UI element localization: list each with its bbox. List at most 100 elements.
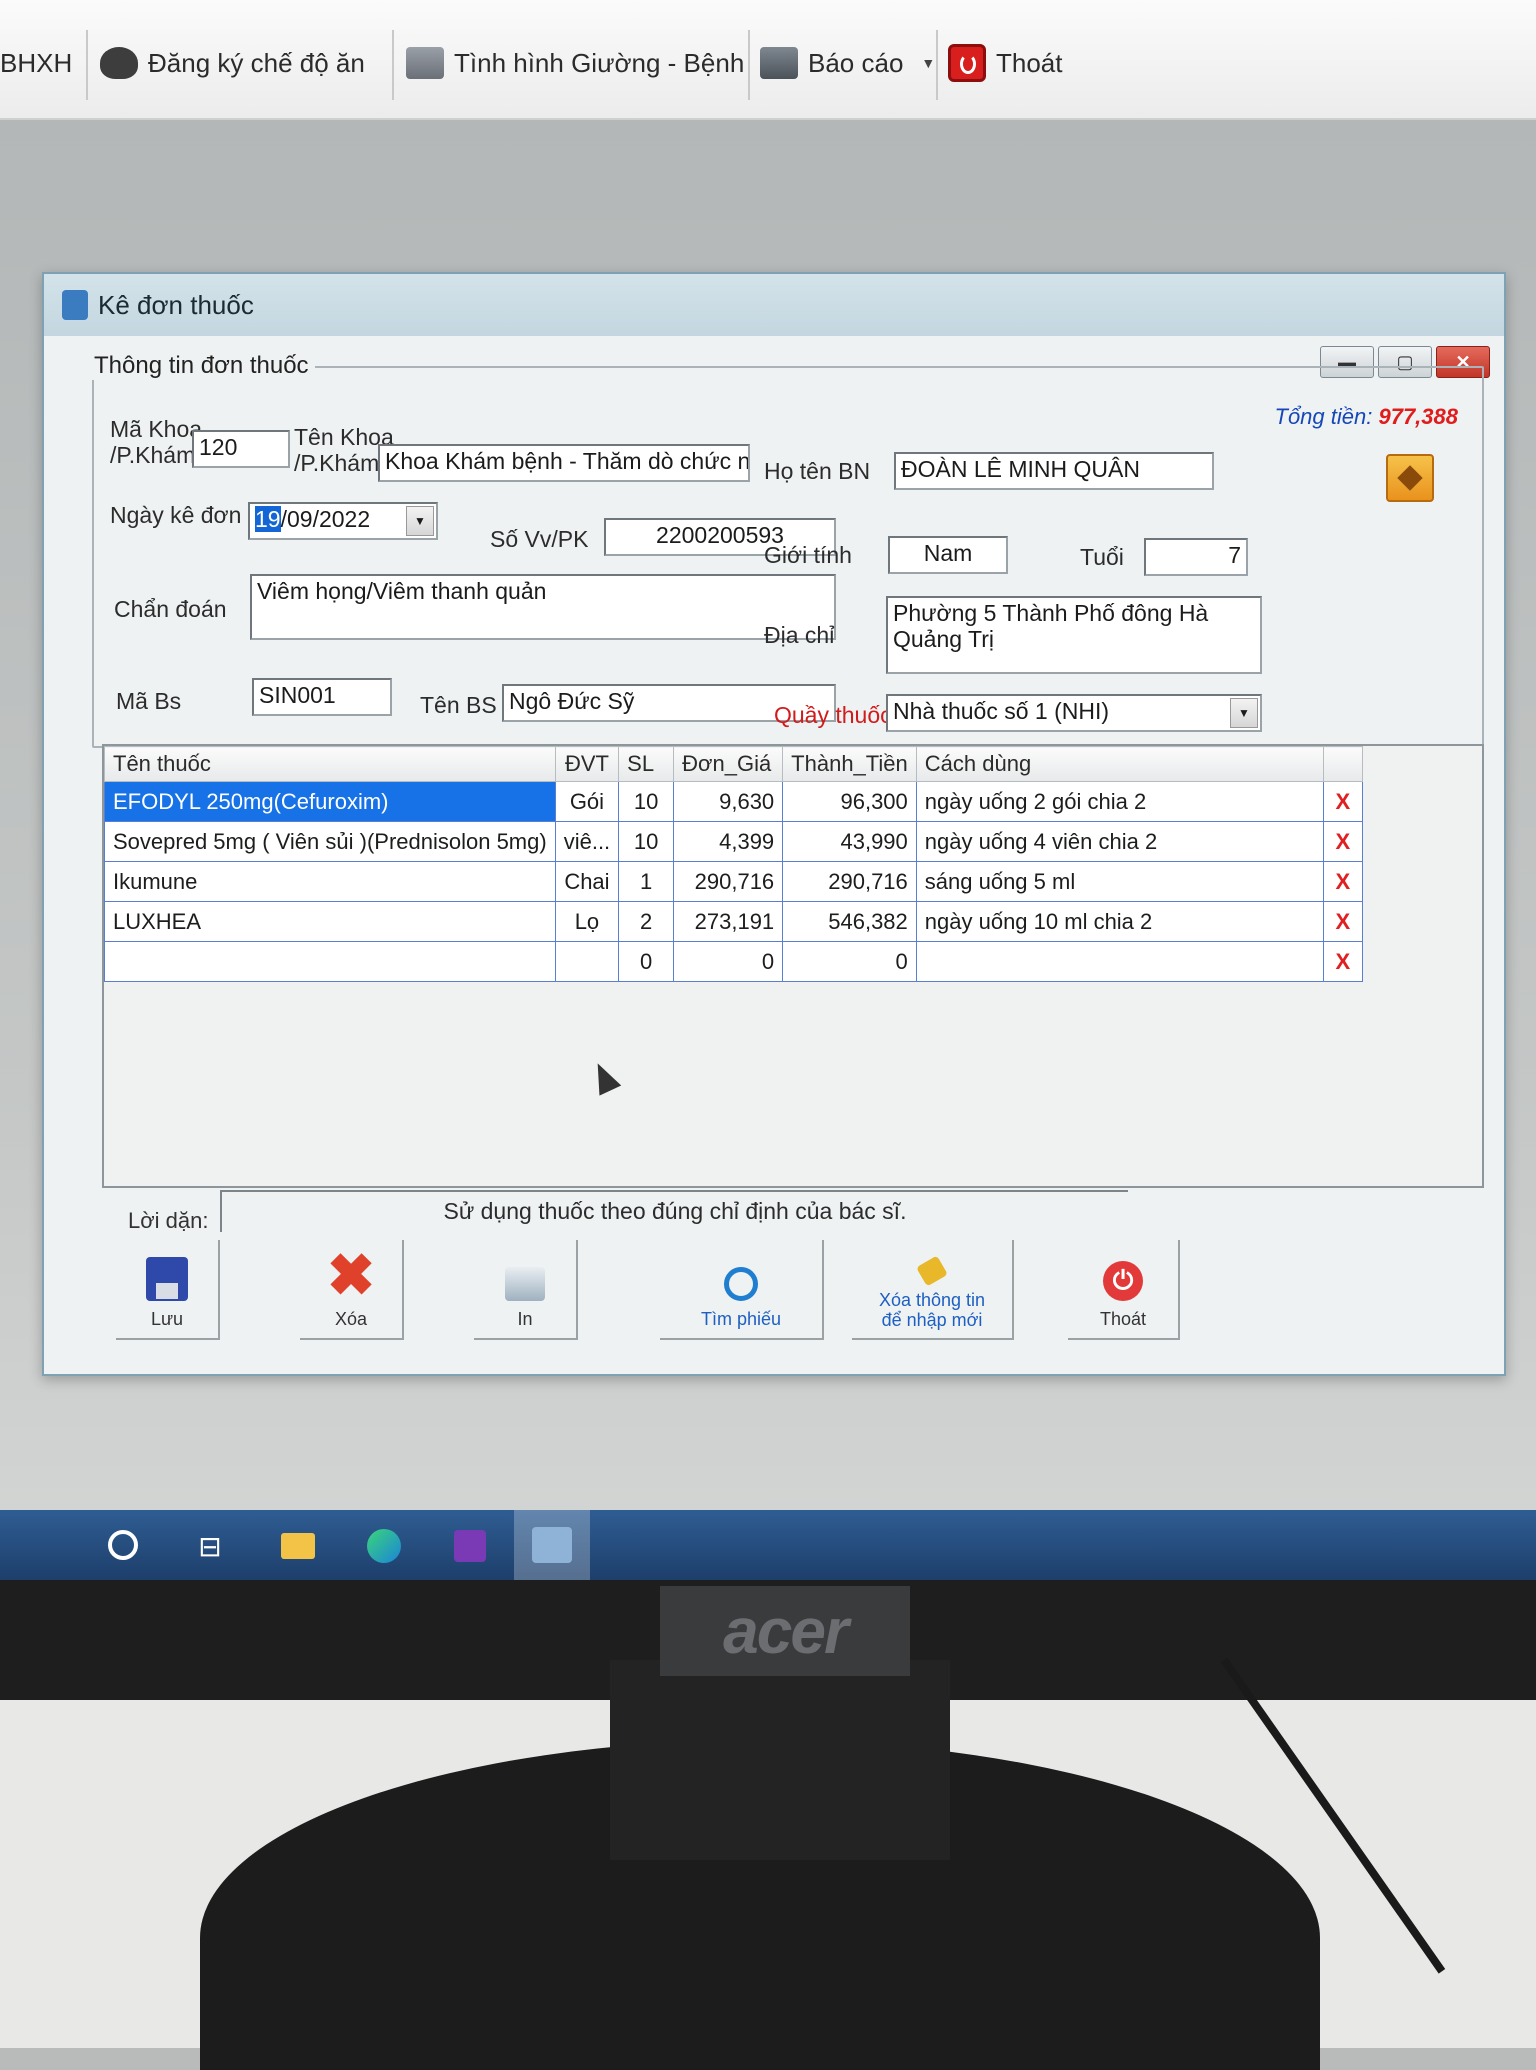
cell-dvt[interactable]: Gói <box>554 781 620 822</box>
cell-ten-thuoc[interactable] <box>104 941 556 982</box>
ma-khoa-field[interactable]: 120 <box>192 430 290 468</box>
doctor-code-field[interactable]: SIN001 <box>252 678 392 716</box>
cell-cach-dung[interactable]: ngày uống 2 gói chia 2 <box>915 781 1324 822</box>
column-header-cach-dung[interactable]: Cách dùng <box>915 746 1324 782</box>
task-view-icon[interactable]: ⊟ <box>190 1526 230 1566</box>
onenote-icon[interactable] <box>450 1526 490 1566</box>
start-button[interactable] <box>108 1530 138 1560</box>
ngay-ke-don-label: Ngày kê đơn <box>110 502 242 528</box>
clear-label-line2: để nhập mới <box>881 1310 983 1330</box>
find-label: Tìm phiếu <box>700 1309 782 1329</box>
find-ticket-button[interactable]: Tìm phiếu <box>660 1240 824 1340</box>
cell-ten-thuoc[interactable]: Sovepred 5mg ( Viên sủi )(Prednisolon 5m… <box>104 821 556 862</box>
toolbar-separator <box>86 30 88 100</box>
cell-cach-dung[interactable]: sáng uống 5 ml <box>915 861 1324 902</box>
table-row[interactable]: Ikumune Chai 1 290,716 290,716 sáng uống… <box>104 861 1363 902</box>
delete-row-icon[interactable]: X <box>1322 901 1363 942</box>
exit-icon <box>948 44 986 82</box>
delete-button[interactable]: ✖ Xóa <box>300 1240 404 1340</box>
cell-cach-dung[interactable]: ngày uống 4 viên chia 2 <box>915 821 1324 862</box>
diagnosis-field[interactable]: Viêm họng/Viêm thanh quản <box>250 574 836 640</box>
cell-ten-thuoc[interactable]: Ikumune <box>104 861 556 902</box>
cell-dvt[interactable] <box>554 941 620 982</box>
column-header-dvt[interactable]: ĐVT <box>554 746 620 782</box>
toolbar-diet-registration[interactable]: Đăng ký chế độ ăn <box>100 28 365 98</box>
report-icon <box>760 47 798 79</box>
address-field[interactable]: Phường 5 Thành Phố đông Hà Quảng Trị <box>886 596 1262 674</box>
toolbar-report[interactable]: Báo cáo ▼ <box>760 28 935 98</box>
cell-dvt[interactable]: viê... <box>554 821 620 862</box>
pharmacy-select[interactable]: Nhà thuốc số 1 (NHI) ▼ <box>886 694 1262 732</box>
cell-cach-dung[interactable] <box>915 941 1324 982</box>
exit-button[interactable]: ⏻ Thoát <box>1068 1240 1180 1340</box>
column-header-ten-thuoc[interactable]: Tên thuốc <box>104 746 556 782</box>
cell-thanh-tien[interactable]: 290,716 <box>782 861 917 902</box>
medicine-table: Tên thuốc ĐVT SL Đơn_Giá Thành_Tiền Cách… <box>104 746 1363 982</box>
print-button[interactable]: In <box>474 1240 578 1340</box>
table-row[interactable]: LUXHEA Lọ 2 273,191 546,382 ngày uống 10… <box>104 901 1363 942</box>
table-row[interactable]: Sovepred 5mg ( Viên sủi )(Prednisolon 5m… <box>104 821 1363 862</box>
taskbar: ⊟ <box>0 1510 1536 1580</box>
toolbar-report-label: Báo cáo <box>808 47 904 78</box>
chevron-down-icon[interactable]: ▼ <box>406 506 434 536</box>
exit-label: Thoát <box>1099 1309 1147 1329</box>
note-field[interactable]: Sử dụng thuốc theo đúng chỉ định của bác… <box>220 1190 1128 1232</box>
cell-ten-thuoc[interactable]: EFODYL 250mg(Cefuroxim) <box>104 781 556 822</box>
cell-thanh-tien[interactable]: 0 <box>782 941 917 982</box>
column-header-thanh-tien[interactable]: Thành_Tiền <box>782 746 917 782</box>
dialog-titlebar[interactable]: Kê đơn thuốc <box>44 274 1504 336</box>
cell-don-gia[interactable]: 9,630 <box>673 781 784 822</box>
cell-thanh-tien[interactable]: 96,300 <box>782 781 917 822</box>
age-field[interactable]: 7 <box>1144 538 1248 576</box>
delete-row-icon[interactable]: X <box>1322 781 1363 822</box>
cell-dvt[interactable]: Lọ <box>554 901 620 942</box>
clear-form-button[interactable]: Xóa thông tin để nhập mới <box>852 1240 1014 1340</box>
cell-sl[interactable]: 0 <box>618 941 675 982</box>
toolbar-exit[interactable]: Thoát <box>948 28 1063 98</box>
table-row[interactable]: 0 0 0 X <box>104 941 1363 982</box>
date-picker[interactable]: 19/09/2022 ▼ <box>248 502 438 540</box>
cell-don-gia[interactable]: 273,191 <box>673 901 784 942</box>
delete-row-icon[interactable]: X <box>1322 941 1363 982</box>
chevron-down-icon[interactable]: ▼ <box>921 55 935 71</box>
prescription-app-taskbar-icon[interactable] <box>514 1510 590 1580</box>
cell-dvt[interactable]: Chai <box>554 861 620 902</box>
cell-don-gia[interactable]: 4,399 <box>673 821 784 862</box>
bed-icon <box>406 47 444 79</box>
cell-thanh-tien[interactable]: 546,382 <box>782 901 917 942</box>
so-vv-label: Số Vv/PK <box>490 526 589 552</box>
toolbar-bhxh[interactable]: BHXH <box>0 28 72 98</box>
column-header-sl[interactable]: SL <box>618 746 675 782</box>
table-row[interactable]: EFODYL 250mg(Cefuroxim) Gói 10 9,630 96,… <box>104 781 1363 822</box>
cell-ten-thuoc[interactable]: LUXHEA <box>104 901 556 942</box>
cell-sl[interactable]: 10 <box>618 821 675 862</box>
mouse-pointer-icon <box>586 1058 622 1096</box>
printer-icon <box>505 1267 545 1301</box>
edge-browser-icon[interactable] <box>364 1526 404 1566</box>
cell-cach-dung[interactable]: ngày uống 10 ml chia 2 <box>915 901 1324 942</box>
patient-lookup-button[interactable] <box>1386 454 1434 502</box>
cell-don-gia[interactable]: 0 <box>673 941 784 982</box>
toolbar-bed-status[interactable]: Tình hình Giường - Bệnh <box>406 28 744 98</box>
delete-row-icon[interactable]: X <box>1322 821 1363 862</box>
table-header-row: Tên thuốc ĐVT SL Đơn_Giá Thành_Tiền Cách… <box>104 746 1363 782</box>
chevron-down-icon[interactable]: ▼ <box>1230 698 1258 728</box>
ten-bs-label: Tên BS <box>420 692 497 718</box>
column-header-don-gia[interactable]: Đơn_Giá <box>673 746 784 782</box>
patient-name-field[interactable]: ĐOÀN LÊ MINH QUÂN <box>894 452 1214 490</box>
cell-sl[interactable]: 2 <box>618 901 675 942</box>
total-value: 977,388 <box>1378 404 1458 429</box>
cell-sl[interactable]: 10 <box>618 781 675 822</box>
dia-chi-label: Địa chỉ <box>764 622 835 648</box>
cell-don-gia[interactable]: 290,716 <box>673 861 784 902</box>
ten-khoa-field[interactable]: Khoa Khám bệnh - Thăm dò chức n <box>378 444 750 482</box>
delete-row-icon[interactable]: X <box>1322 861 1363 902</box>
column-header-delete <box>1322 746 1363 782</box>
save-button[interactable]: Lưu <box>116 1240 220 1340</box>
gender-field[interactable]: Nam <box>888 536 1008 574</box>
cell-thanh-tien[interactable]: 43,990 <box>782 821 917 862</box>
file-explorer-icon[interactable] <box>278 1526 318 1566</box>
cell-sl[interactable]: 1 <box>618 861 675 902</box>
toolbar-bed-label: Tình hình Giường - Bệnh <box>454 47 745 78</box>
monitor-brand-logo: acer <box>660 1586 910 1676</box>
